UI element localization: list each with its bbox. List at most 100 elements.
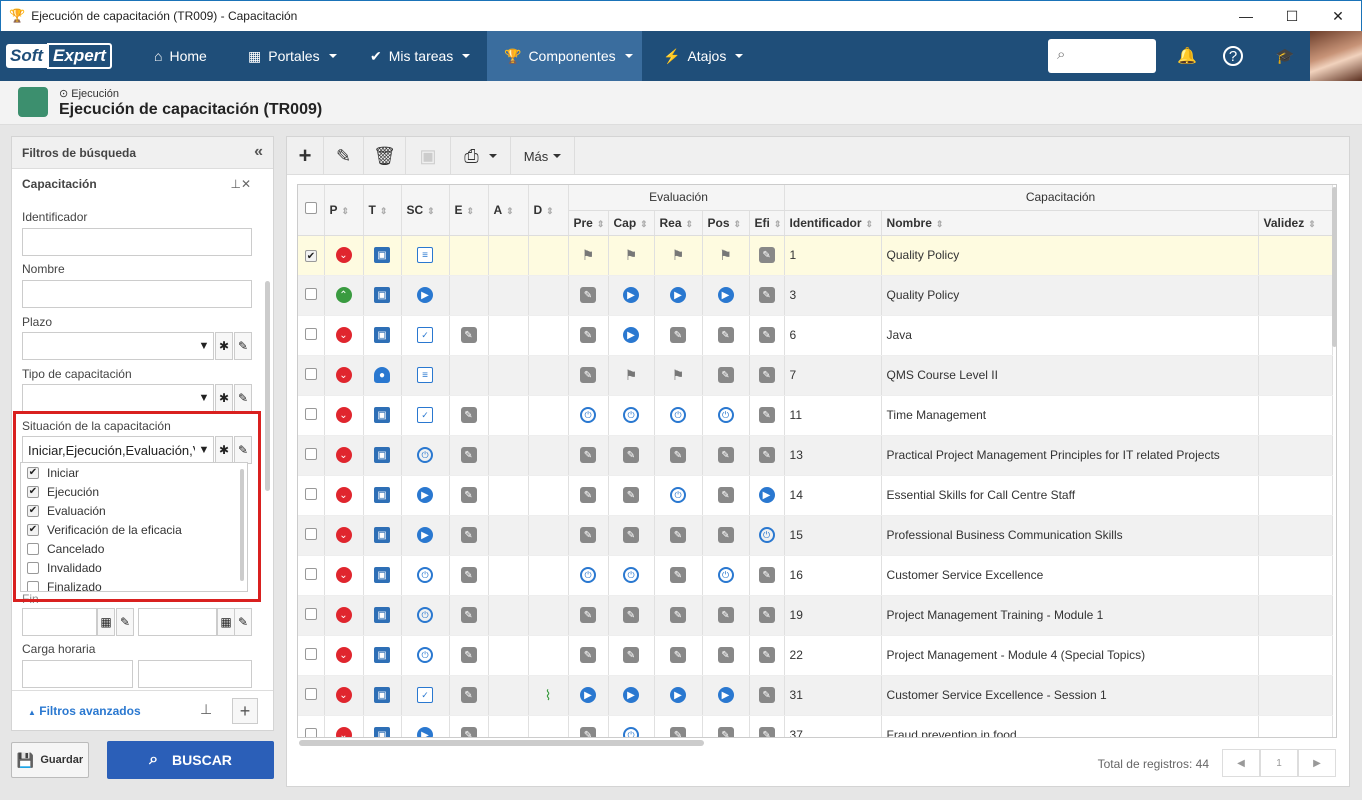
edit-icon[interactable]: ✎ — [758, 407, 775, 424]
edit-icon[interactable]: ✎ — [460, 607, 477, 624]
close-button[interactable]: ✕ — [1315, 1, 1361, 31]
clear-button[interactable]: ✎ — [234, 384, 252, 412]
col-t[interactable]: T ⇕ — [363, 185, 402, 236]
image-icon[interactable]: ▣ — [374, 527, 390, 544]
edit-icon[interactable]: ✎ — [580, 487, 596, 504]
col-d[interactable]: D ⇕ — [528, 185, 569, 236]
calendar-icon[interactable]: ▦ — [217, 608, 235, 636]
table-row[interactable]: ⌄ ▣ ⏻ ✎ ⏻ ⏻ ✎ ⏻ ✎ 16 Customer Service Excellence — [298, 555, 1333, 596]
nav-atajos[interactable]: ⚡ Atajos — [663, 31, 744, 81]
clear-section-icon[interactable]: ⊥✕ — [230, 177, 251, 191]
edit-icon[interactable]: ✎ — [460, 647, 477, 664]
table-row[interactable]: ⌄ ▣ ▶ ✎ ✎ ✎ ⏻ ✎ ▶ 14 Essential Skills for Call Cen… — [298, 475, 1333, 516]
edit-icon[interactable]: ✎ — [717, 727, 734, 737]
edit-icon[interactable]: ✎ — [623, 647, 639, 664]
col-cap[interactable]: Cap ⇕ — [608, 210, 655, 236]
clipboard-check-icon[interactable]: ✓ — [417, 327, 433, 344]
priority-down-icon[interactable]: ⌄ — [335, 247, 352, 264]
asterisk-button[interactable]: ✱ — [215, 384, 233, 412]
table-row[interactable]: ⌄ ▣ ▶ ✎ ✎ ⏻ ✎ ✎ ✎ 37 Fraud prevention in food — [298, 715, 1333, 737]
edit-icon[interactable]: ✎ — [460, 447, 477, 464]
identificador-input[interactable] — [22, 228, 252, 256]
checkbox-checked[interactable]: ✔ — [27, 523, 39, 536]
row-checkbox[interactable] — [305, 567, 317, 580]
edit-icon[interactable]: ✎ — [670, 527, 686, 544]
edit-icon[interactable]: ✎ — [580, 647, 596, 664]
grid-vertical-scrollbar[interactable] — [1332, 187, 1337, 347]
edit-icon[interactable]: ✎ — [623, 527, 639, 544]
image-icon[interactable]: ▣ — [374, 607, 390, 624]
search-button[interactable]: ⌕ BUSCAR — [107, 741, 274, 779]
option-finalizado[interactable]: Finalizado — [21, 577, 247, 591]
edit-icon[interactable]: ✎ — [580, 527, 596, 544]
fin-end-input[interactable] — [138, 608, 217, 636]
power-icon[interactable]: ⏻ — [758, 527, 775, 544]
nav-componentes[interactable]: 🏆 Componentes — [487, 31, 642, 81]
col-sc[interactable]: SC ⇕ — [401, 185, 450, 236]
edit-icon[interactable]: ✎ — [580, 367, 596, 384]
clear-button[interactable]: ✎ — [116, 608, 134, 636]
checkbox[interactable] — [27, 542, 39, 555]
play-icon[interactable]: ▶ — [623, 687, 639, 704]
edit-icon[interactable]: ✎ — [670, 607, 686, 624]
power-icon[interactable]: ⏻ — [717, 567, 734, 584]
clipboard-check-icon[interactable]: ✓ — [417, 687, 433, 704]
flag-icon[interactable]: ⚑ — [580, 247, 596, 263]
edit-icon[interactable]: ✎ — [670, 567, 686, 584]
edit-icon[interactable]: ✎ — [580, 607, 596, 624]
col-pre[interactable]: Pre ⇕ — [568, 210, 609, 236]
edit-icon[interactable]: ✎ — [460, 727, 477, 737]
play-icon[interactable]: ▶ — [623, 287, 639, 304]
edit-icon[interactable]: ✎ — [758, 687, 775, 704]
edit-icon[interactable]: ✎ — [758, 447, 775, 464]
image-icon[interactable]: ▣ — [374, 567, 390, 584]
priority-down-icon[interactable]: ⌄ — [335, 647, 352, 664]
nav-portales[interactable]: ▦ Portales — [248, 31, 337, 81]
play-icon[interactable]: ▶ — [670, 687, 686, 704]
edit-icon[interactable]: ✎ — [670, 647, 686, 664]
table-row[interactable]: ⌃ ▣ ▶ ✎ ▶ ▶ ▶ ✎ 3 Quality Policy — [298, 275, 1333, 316]
flag-icon[interactable]: ⚑ — [623, 367, 639, 383]
play-icon[interactable]: ▶ — [717, 687, 734, 704]
edit-icon[interactable]: ✎ — [670, 327, 686, 344]
priority-down-icon[interactable]: ⌄ — [335, 527, 352, 544]
checkbox-checked[interactable]: ✔ — [27, 466, 39, 479]
flag-icon[interactable]: ⚑ — [718, 247, 734, 263]
more-button[interactable]: Más — [511, 137, 575, 175]
edit-icon[interactable]: ✎ — [670, 447, 686, 464]
edit-icon[interactable]: ✎ — [717, 487, 734, 504]
priority-down-icon[interactable]: ⌄ — [335, 487, 352, 504]
row-checkbox[interactable] — [305, 687, 317, 700]
flag-icon[interactable]: ⚑ — [670, 247, 686, 263]
edit-icon[interactable]: ✎ — [460, 527, 477, 544]
image-icon[interactable]: ▣ — [374, 487, 390, 504]
image-icon[interactable]: ▣ — [374, 407, 390, 424]
power-icon[interactable]: ⏻ — [417, 567, 433, 584]
option-cancelado[interactable]: Cancelado — [21, 539, 247, 558]
power-icon[interactable]: ⏻ — [623, 567, 639, 584]
row-checkbox[interactable] — [305, 287, 317, 300]
edit-icon[interactable]: ✎ — [717, 447, 734, 464]
edit-icon[interactable]: ✎ — [460, 567, 477, 584]
power-icon[interactable]: ⏻ — [623, 727, 639, 737]
row-checkbox[interactable]: ✔ — [305, 250, 317, 263]
priority-down-icon[interactable]: ⌄ — [335, 727, 352, 737]
person-icon[interactable]: ● — [374, 367, 390, 384]
priority-down-icon[interactable]: ⌄ — [335, 327, 352, 344]
checkbox-checked[interactable]: ✔ — [27, 504, 39, 517]
edit-icon[interactable]: ✎ — [580, 327, 596, 344]
power-icon[interactable]: ⏻ — [580, 567, 596, 584]
nav-mis-tareas[interactable]: ✔ Mis tareas — [370, 31, 471, 81]
filter-scrollbar[interactable] — [265, 281, 270, 491]
carga-min-input[interactable] — [22, 660, 133, 688]
collapse-icon[interactable]: « — [254, 143, 263, 161]
flag-icon[interactable]: ⚑ — [670, 367, 686, 383]
checkbox[interactable] — [27, 561, 39, 574]
fin-start-input[interactable] — [22, 608, 97, 636]
row-checkbox[interactable] — [305, 407, 317, 420]
col-nombre[interactable]: Nombre ⇕ — [881, 210, 1259, 236]
edit-icon[interactable]: ✎ — [758, 567, 775, 584]
avatar[interactable] — [1310, 31, 1362, 81]
play-icon[interactable]: ▶ — [580, 687, 596, 704]
table-row[interactable]: ⌄ ▣ ▶ ✎ ✎ ✎ ✎ ✎ ⏻ 15 Professional Business Communi… — [298, 515, 1333, 556]
